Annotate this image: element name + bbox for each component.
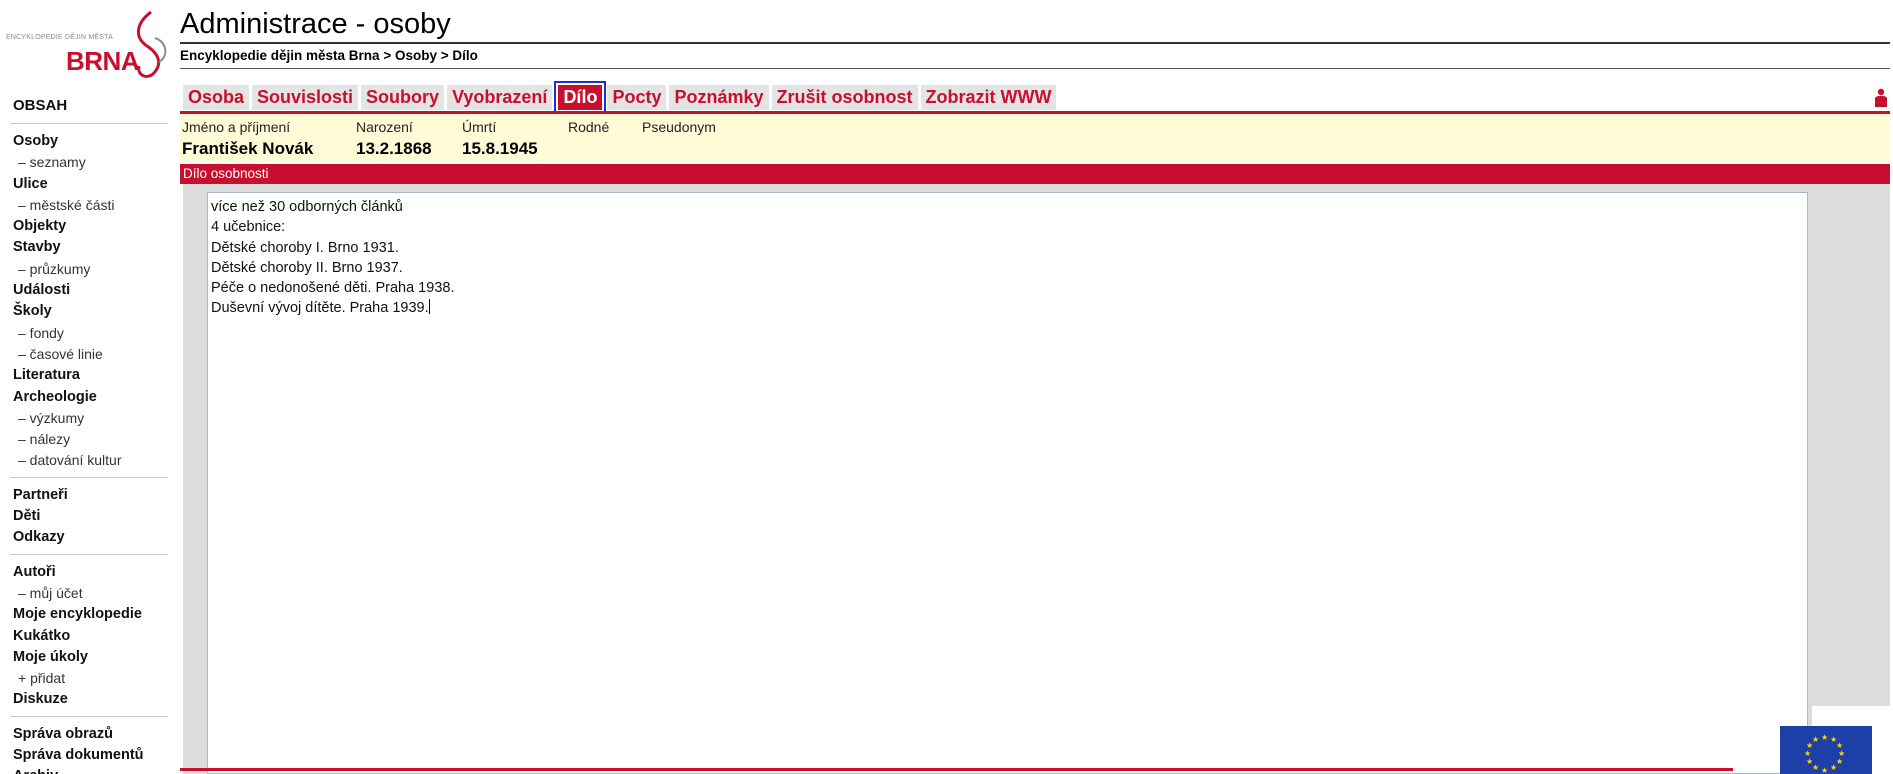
sidebar-item[interactable]: Správa obrazů — [10, 724, 168, 745]
editor-line: Dětské choroby II. Brno 1937. — [211, 258, 1804, 278]
editor-line-text: Dětské choroby II. Brno 1937. — [211, 259, 403, 276]
editor-container: více než 30 odborných článků 4 učebnice: D… — [183, 184, 1890, 774]
tab-zrušit-osobnost[interactable]: Zrušit osobnost — [771, 85, 918, 110]
pseudonym-label: Pseudonym — [642, 119, 716, 135]
tab-dílo[interactable]: Dílo — [554, 81, 607, 114]
sidebar-item[interactable]: Diskuze — [10, 689, 168, 710]
tab-poznámky[interactable]: Poznámky — [669, 85, 769, 110]
sidebar: ENCYKLOPEDIE DĚJIN MĚSTA BRNA OBSAH Osob… — [0, 0, 175, 774]
text-caret — [428, 299, 430, 315]
editor-line-text: více než 30 odborných článků — [211, 199, 403, 215]
sidebar-divider — [10, 553, 168, 555]
breadcrumb: Encyklopedie dějin města Brna > Osoby > … — [180, 48, 478, 63]
editor-line-text: Dětské choroby I. Brno 1931. — [211, 239, 399, 256]
eu-flag-icon: ★ ★ ★ ★ ★ ★ ★ ★ ★ ★ ★ ★ — [1780, 726, 1872, 774]
editor-side-strip — [1812, 184, 1890, 706]
editor-line: 4 učebnice: — [211, 217, 1804, 237]
work-textarea[interactable]: více než 30 odborných článků 4 učebnice: D… — [207, 192, 1808, 774]
editor-line: více než 30 odborných článků — [211, 197, 1804, 217]
rodne-label: Rodné — [568, 119, 610, 135]
sidebar-subitem[interactable]: – průzkumy — [10, 259, 168, 280]
breadcrumb-divider — [180, 68, 1890, 69]
sidebar-subitem[interactable]: – výzkumy — [10, 408, 168, 429]
sidebar-header: OBSAH — [13, 97, 68, 114]
tab-zobrazit-www[interactable]: Zobrazit WWW — [920, 85, 1057, 110]
page-title: Administrace - osoby — [180, 8, 451, 40]
sidebar-item[interactable]: Objekty — [10, 216, 168, 237]
editor-line-text: 4 učebnice: — [211, 219, 286, 236]
svg-text:★: ★ — [1830, 763, 1837, 772]
sidebar-item[interactable]: Autoři — [10, 562, 168, 583]
sidebar-item[interactable]: Kukátko — [10, 626, 168, 647]
editor-line-text: Duševní vývoj dítěte. Praha 1939. — [211, 300, 429, 317]
person-info-bar: Jméno a příjmení František Novák Narozen… — [180, 114, 1890, 162]
svg-text:★: ★ — [1812, 763, 1819, 772]
sidebar-divider — [10, 123, 168, 124]
editor-line: Dětské choroby I. Brno 1931. — [211, 238, 1804, 258]
sidebar-item[interactable]: Literatura — [10, 365, 168, 386]
born-value: 13.2.1868 — [356, 139, 432, 158]
name-value: František Novák — [182, 139, 314, 158]
sidebar-divider — [10, 476, 168, 478]
tab-souvislosti[interactable]: Souvislosti — [252, 85, 359, 110]
person-icon[interactable] — [1874, 88, 1888, 108]
tab-soubory[interactable]: Soubory — [361, 85, 445, 110]
sidebar-item[interactable]: Školy — [10, 301, 168, 322]
sidebar-item[interactable]: Stavby — [10, 237, 168, 258]
sidebar-subitem[interactable]: – časové linie — [10, 344, 168, 365]
svg-text:★: ★ — [1821, 733, 1828, 742]
tab-osoba[interactable]: Osoba — [183, 85, 250, 110]
sidebar-item[interactable]: Události — [10, 280, 168, 301]
sidebar-divider — [10, 715, 168, 717]
sidebar-item[interactable]: Archiv — [10, 766, 168, 774]
sidebar-subitem[interactable]: – datování kultur — [10, 450, 168, 471]
site-logo[interactable]: ENCYKLOPEDIE DĚJIN MĚSTA BRNA — [4, 8, 170, 86]
sidebar-subitem[interactable]: – můj účet — [10, 583, 168, 604]
sidebar-subitem[interactable]: + přidat — [10, 668, 168, 689]
logo-small-text: ENCYKLOPEDIE DĚJIN MĚSTA — [6, 34, 113, 41]
main-content: Administrace - osoby Encyklopedie dějin … — [180, 0, 1893, 774]
bottom-divider — [180, 768, 1733, 771]
sidebar-item[interactable]: Děti — [10, 506, 168, 527]
title-divider — [180, 42, 1890, 44]
sidebar-item[interactable]: Osoby — [10, 131, 168, 152]
editor-line: Péče o nedonošené děti. Praha 1938. — [211, 278, 1804, 298]
sidebar-item[interactable]: Ulice — [10, 174, 168, 195]
sidebar-subitem[interactable]: – seznamy — [10, 152, 168, 173]
section-title: Dílo osobnosti — [180, 164, 1890, 184]
logo-swirl-icon — [137, 10, 167, 78]
editor-line: Duševní vývoj dítěte. Praha 1939. — [211, 298, 1804, 318]
sidebar-item[interactable]: Moje úkoly — [10, 647, 168, 668]
tab-vyobrazení[interactable]: Vyobrazení — [447, 85, 553, 110]
sidebar-subitem[interactable]: – fondy — [10, 323, 168, 344]
died-label: Úmrtí — [462, 119, 497, 135]
born-label: Narození — [356, 119, 413, 135]
sidebar-menu: OBSAH Osoby – seznamy Ulice – městské části… — [10, 96, 168, 774]
sidebar-item[interactable]: Odkazy — [10, 527, 168, 548]
sidebar-item[interactable]: Archeologie — [10, 387, 168, 408]
sidebar-subitem[interactable]: – městské části — [10, 195, 168, 216]
sidebar-item[interactable]: Správa dokumentů — [10, 745, 168, 766]
tab-pocty[interactable]: Pocty — [607, 85, 667, 110]
tab-bar: Osoba Souvislosti Soubory Vyobrazení Dílo Poc… — [183, 81, 1059, 114]
name-label: Jméno a příjmení — [182, 119, 291, 135]
editor-line-text: Péče o nedonošené děti. Praha 1938. — [211, 280, 455, 297]
sidebar-subitem[interactable]: – nálezy — [10, 429, 168, 450]
svg-text:★: ★ — [1821, 766, 1828, 774]
sidebar-item[interactable]: Partneři — [10, 485, 168, 506]
sidebar-item[interactable]: Moje encyklopedie — [10, 604, 168, 625]
died-value: 15.8.1945 — [462, 139, 538, 158]
sidebar-groups: Osoby – seznamy Ulice – městské části Objekt… — [10, 131, 168, 774]
